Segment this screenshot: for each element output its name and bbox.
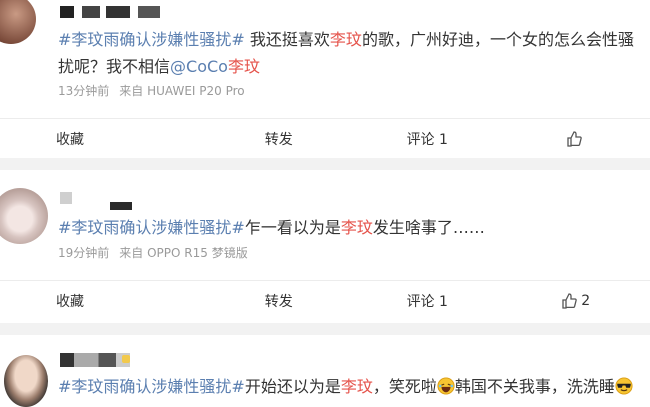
post-meta: 19分钟前 来自 OPPO R15 梦镜版 — [58, 244, 258, 261]
hashtag-link[interactable]: #李玟雨确认涉嫌性骚扰# — [58, 377, 245, 396]
comment-text: #李玟雨确认涉嫌性骚扰#乍一看以为是李玟发生啥事了…… — [58, 218, 485, 237]
repost-button[interactable]: 转发 — [205, 281, 354, 320]
device-source: 来自 OPPO R15 梦镜版 — [119, 246, 248, 260]
comment-card-3: #李玟雨确认涉嫌性骚扰#开始还以为是李玟，笑死啦 韩国不关我事，洗洗睡 — [0, 335, 650, 407]
keyword-highlight: 李玟 — [340, 218, 373, 237]
comment-text: #李玟雨确认涉嫌性骚扰# 我还挺喜欢李玟的歌，广州好迪，一个女的怎么会性骚扰呢？… — [58, 30, 634, 76]
repost-button[interactable]: 转发 — [205, 119, 354, 158]
laughing-emoji-icon — [437, 377, 455, 395]
favorite-button[interactable]: 收藏 — [0, 119, 205, 158]
mention-link[interactable]: @CoCo — [170, 57, 228, 76]
author-name-redacted[interactable] — [110, 202, 132, 210]
hashtag-link[interactable]: #李玟雨确认涉嫌性骚扰# — [58, 218, 245, 237]
keyword-highlight: 李玟 — [340, 377, 373, 396]
section-divider — [0, 323, 650, 335]
comment-card-2: #李玟雨确认涉嫌性骚扰#乍一看以为是李玟发生啥事了…… 19分钟前 来自 OPPO… — [0, 170, 650, 323]
favorite-button[interactable]: 收藏 — [0, 281, 205, 320]
author-badge — [122, 355, 130, 363]
author-name-redacted[interactable] — [60, 192, 72, 204]
section-divider — [0, 158, 650, 170]
post-meta: 13分钟前 来自 HUAWEI P20 Pro — [58, 82, 255, 99]
avatar[interactable] — [4, 355, 48, 407]
action-bar: 收藏 转发 评论 1 — [0, 118, 650, 158]
timestamp: 13分钟前 — [58, 84, 110, 98]
hashtag-link[interactable]: #李玟雨确认涉嫌性骚扰# — [58, 30, 245, 49]
timestamp: 19分钟前 — [58, 246, 110, 260]
avatar[interactable] — [0, 0, 36, 44]
comment-text: #李玟雨确认涉嫌性骚扰#开始还以为是李玟，笑死啦 韩国不关我事，洗洗睡 — [58, 373, 636, 400]
comment-button[interactable]: 评论 1 — [353, 281, 502, 320]
comment-button[interactable]: 评论 1 — [353, 119, 502, 158]
like-button[interactable]: 2 — [502, 281, 650, 320]
avatar[interactable] — [0, 188, 48, 244]
keyword-highlight: 李玟 — [329, 30, 362, 49]
device-source: 来自 HUAWEI P20 Pro — [119, 84, 245, 98]
thumbs-up-icon — [562, 292, 578, 309]
author-name-redacted[interactable] — [60, 6, 160, 18]
like-button[interactable] — [502, 119, 650, 158]
sunglasses-emoji-icon — [615, 377, 633, 395]
thumbs-up-icon — [567, 130, 582, 147]
comment-card-1: #李玟雨确认涉嫌性骚扰# 我还挺喜欢李玟的歌，广州好迪，一个女的怎么会性骚扰呢？… — [0, 0, 650, 160]
action-bar: 收藏 转发 评论 1 2 — [0, 280, 650, 320]
mention-highlight[interactable]: 李玟 — [228, 57, 260, 76]
author-name-redacted[interactable] — [60, 353, 130, 367]
like-count: 2 — [581, 292, 591, 309]
